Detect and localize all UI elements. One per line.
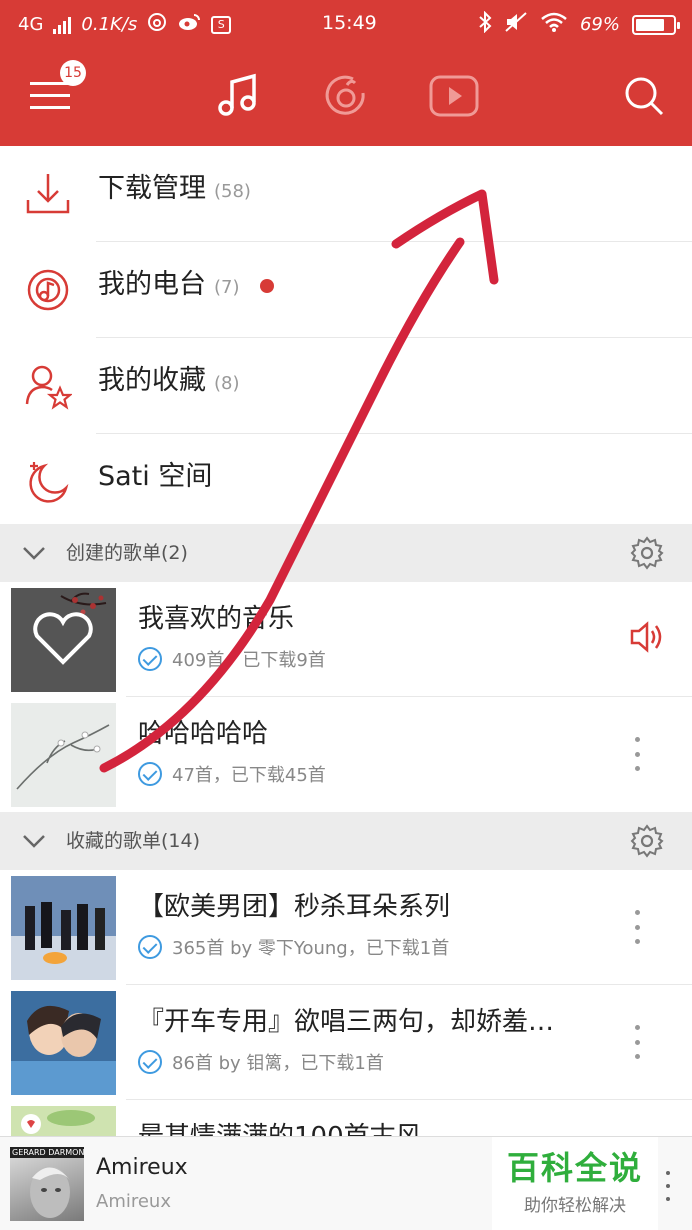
gear-icon[interactable] (630, 536, 664, 574)
playlist-subtitle: 47首，已下载45首 (172, 765, 326, 786)
more-options-icon[interactable] (630, 737, 644, 771)
notification-badge: 15 (60, 60, 86, 86)
chevron-down-icon (22, 831, 46, 855)
bluetooth-icon (478, 10, 492, 38)
watermark-subtitle: 助你轻松解决 (524, 1196, 626, 1216)
list-item[interactable]: 【欧美男团】秒杀耳朵系列 365首 by 零下Young，已下载1首 (0, 870, 692, 985)
search-button[interactable] (614, 68, 674, 128)
menu-item-downloads[interactable]: 下载管理 (58) (0, 146, 692, 242)
status-bar: 4G 0.1K/s S 15:49 69% (0, 0, 692, 48)
list-item[interactable]: 『开车专用』欲唱三两句，却娇羞… 86首 by 钼篱，已下载1首 (0, 985, 692, 1100)
playlist-queue-icon[interactable] (666, 1171, 672, 1201)
section-title: 收藏的歌单(14) (66, 830, 201, 852)
playlist-cover (11, 876, 116, 980)
menu-item-label: 下载管理 (98, 173, 206, 204)
playlist-subtitle: 86首 by 钼篱，已下载1首 (172, 1053, 384, 1074)
signal-icon (53, 16, 72, 34)
created-playlists: 我喜欢的音乐 409首，已下载9首 哈哈哈哈哈 47首，已下载45首 (0, 582, 692, 812)
app-s-icon: S (211, 15, 232, 34)
watermark-title: 百科全说 (506, 1149, 643, 1187)
weibo-icon (177, 12, 201, 37)
song-title: Amireux (96, 1155, 188, 1180)
mini-player[interactable]: GERARD DARMON Amireux Amireux 百科全说 助你轻松解… (0, 1136, 692, 1230)
menu-item-count: (58) (214, 181, 251, 202)
music-note-icon (214, 72, 262, 124)
cover-text: GERARD DARMON (10, 1147, 84, 1158)
battery-icon (632, 14, 680, 35)
playlist-subtitle: 409首，已下载9首 (172, 650, 326, 671)
playlist-cover (11, 991, 116, 1095)
menu-item-count: (8) (214, 373, 240, 394)
playlist-title: 『开车专用』欲唱三两句，却娇羞… (138, 1007, 555, 1037)
app-header: 4G 0.1K/s S 15:49 69% 15 (0, 0, 692, 146)
downloaded-check-icon (138, 647, 162, 671)
album-cover: GERARD DARMON (10, 1147, 84, 1221)
speed-label: 0.1K/s (81, 14, 138, 35)
created-playlists-header[interactable]: 创建的歌单(2) (0, 524, 692, 582)
playlist-cover (11, 588, 116, 692)
watermark-logo: 百科全说 助你轻松解决 (492, 1137, 658, 1230)
menu-button[interactable]: 15 (20, 60, 86, 128)
tab-discover[interactable] (316, 68, 376, 128)
downloaded-check-icon (138, 1050, 162, 1074)
netease-status-icon (147, 12, 167, 37)
now-playing-speaker-icon[interactable] (628, 618, 666, 660)
netease-logo-icon (323, 73, 369, 123)
menu-item-label: Sati 空间 (98, 461, 213, 492)
clock: 15:49 (322, 12, 377, 34)
download-icon (24, 170, 72, 218)
menu-item-count: (7) (214, 277, 240, 298)
list-item[interactable]: 哈哈哈哈哈 47首，已下载45首 (0, 697, 692, 812)
my-music-menu: 下载管理 (58) 我的电台 (7) 我的收藏 (8) Sati 空间 (0, 146, 692, 530)
list-item[interactable]: 我喜欢的音乐 409首，已下载9首 (0, 582, 692, 697)
section-title: 创建的歌单(2) (66, 542, 188, 564)
menu-icon (28, 80, 72, 116)
more-options-icon[interactable] (630, 910, 644, 944)
song-artist: Amireux (96, 1191, 171, 1212)
video-play-icon (428, 74, 480, 122)
gear-icon[interactable] (630, 824, 664, 862)
top-nav: 15 (0, 48, 692, 146)
playlist-title: 我喜欢的音乐 (138, 604, 295, 634)
menu-item-radio[interactable]: 我的电台 (7) (0, 242, 692, 338)
chevron-down-icon (22, 543, 46, 567)
mute-icon (504, 11, 528, 38)
tab-video[interactable] (424, 68, 484, 128)
moon-icon (24, 458, 72, 506)
playlist-title: 哈哈哈哈哈 (138, 719, 269, 749)
playlist-cover (11, 703, 116, 807)
more-options-icon[interactable] (630, 1025, 644, 1059)
tab-music[interactable] (208, 68, 268, 128)
downloaded-check-icon (138, 762, 162, 786)
wifi-icon (540, 11, 568, 38)
menu-item-label: 我的收藏 (98, 365, 206, 396)
playlist-subtitle: 365首 by 零下Young，已下载1首 (172, 938, 450, 959)
menu-item-sati[interactable]: Sati 空间 (0, 434, 692, 530)
network-label: 4G (18, 14, 44, 35)
collected-playlists-header[interactable]: 收藏的歌单(14) (0, 812, 692, 870)
menu-item-collection[interactable]: 我的收藏 (8) (0, 338, 692, 434)
playlist-title: 【欧美男团】秒杀耳朵系列 (138, 892, 451, 922)
search-icon (623, 75, 665, 121)
downloaded-check-icon (138, 935, 162, 959)
battery-percent: 69% (579, 14, 620, 35)
collection-icon (24, 362, 74, 410)
radio-icon (24, 266, 72, 314)
new-indicator-dot (259, 278, 274, 293)
menu-item-label: 我的电台 (98, 269, 206, 300)
